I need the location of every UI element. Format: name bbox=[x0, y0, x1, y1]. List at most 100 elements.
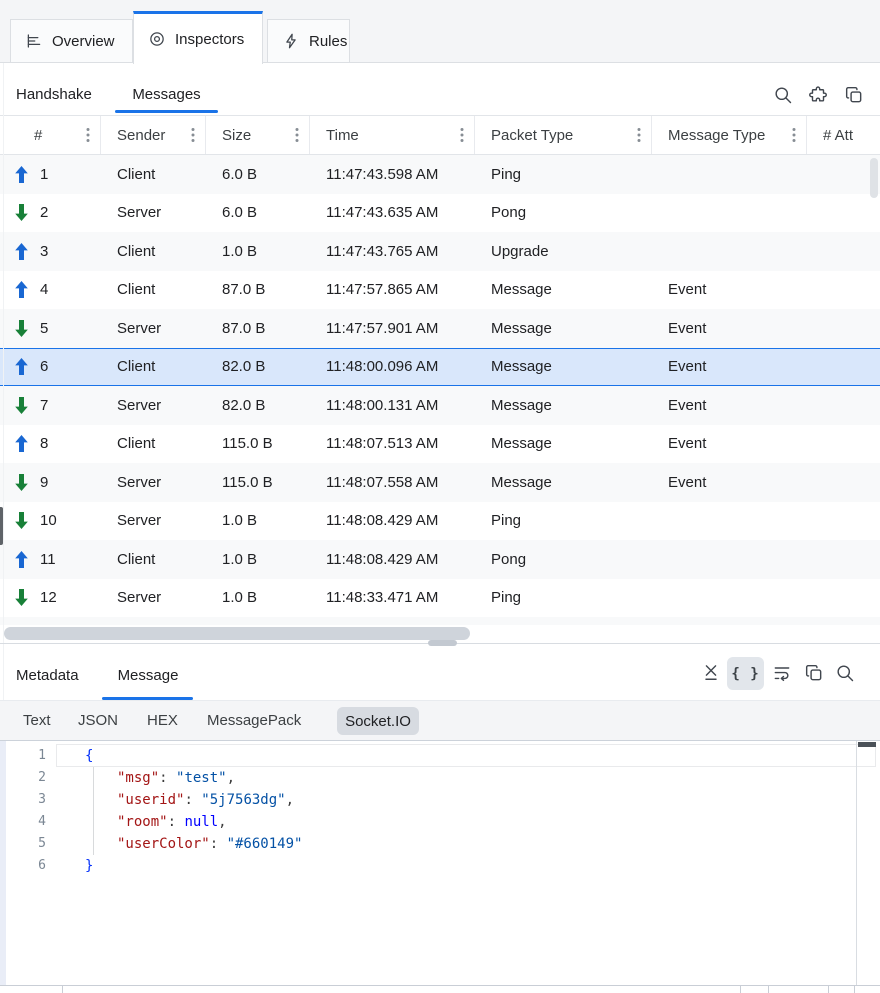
chart-icon bbox=[25, 32, 43, 50]
cell-num: 6 bbox=[0, 358, 101, 375]
cell-time: 11:48:08.429 AM bbox=[310, 551, 475, 568]
footer-strip bbox=[0, 985, 880, 992]
cell-packet-type: Message bbox=[475, 435, 652, 452]
format-tab-json[interactable]: JSON bbox=[78, 701, 118, 740]
format-tab-socketio[interactable]: Socket.IO bbox=[337, 707, 419, 735]
panel-left-border bbox=[3, 63, 4, 740]
cell-time: 11:47:57.901 AM bbox=[310, 320, 475, 337]
column-menu-icon[interactable] bbox=[295, 127, 299, 143]
copy-icon[interactable] bbox=[843, 84, 865, 106]
table-header: # Sender Size Time Packet Type Message T… bbox=[0, 115, 880, 155]
table-row-partial[interactable] bbox=[0, 617, 880, 625]
cell-message-type: Event bbox=[652, 358, 807, 375]
word-wrap-icon[interactable] bbox=[771, 662, 793, 684]
arrow-up-icon bbox=[15, 435, 28, 452]
table-row[interactable]: 4Client87.0 B11:47:57.865 AMMessageEvent bbox=[0, 271, 880, 310]
table-body: 1Client6.0 B11:47:43.598 AMPing2Server6.… bbox=[0, 155, 880, 625]
column-menu-icon[interactable] bbox=[460, 127, 464, 143]
cell-message-type: Event bbox=[652, 281, 807, 298]
tab-messages[interactable]: Messages bbox=[115, 86, 218, 103]
tab-handshake[interactable]: Handshake bbox=[16, 86, 92, 103]
line-number: 3 bbox=[0, 789, 52, 811]
cell-num: 7 bbox=[0, 397, 101, 414]
splitter-handle[interactable] bbox=[428, 640, 457, 646]
table-row[interactable]: 3Client1.0 B11:47:43.765 AMUpgrade bbox=[0, 232, 880, 271]
cell-size: 1.0 B bbox=[206, 512, 310, 529]
cell-num: 3 bbox=[0, 243, 101, 260]
cell-sender: Client bbox=[101, 166, 206, 183]
table-row[interactable]: 6Client82.0 B11:48:00.096 AMMessageEvent bbox=[0, 348, 880, 387]
code-line: 6} bbox=[0, 855, 856, 877]
bolt-icon bbox=[282, 32, 300, 50]
table-row[interactable]: 8Client115.0 B11:48:07.513 AMMessageEven… bbox=[0, 425, 880, 464]
table-row[interactable]: 1Client6.0 B11:47:43.598 AMPing bbox=[0, 155, 880, 194]
table-row[interactable]: 5Server87.0 B11:47:57.901 AMMessageEvent bbox=[0, 309, 880, 348]
cell-time: 11:48:07.513 AM bbox=[310, 435, 475, 452]
cell-num: 12 bbox=[0, 589, 101, 606]
format-tab-messagepack[interactable]: MessagePack bbox=[207, 701, 301, 740]
code-line: 3"userid": "5j7563dg", bbox=[0, 789, 856, 811]
copy-icon[interactable] bbox=[803, 662, 825, 684]
table-row[interactable]: 9Server115.0 B11:48:07.558 AMMessageEven… bbox=[0, 463, 880, 502]
cell-packet-type: Message bbox=[475, 281, 652, 298]
cell-time: 11:47:43.635 AM bbox=[310, 204, 475, 221]
column-header-message-type[interactable]: Message Type bbox=[652, 116, 807, 154]
cell-packet-type: Pong bbox=[475, 551, 652, 568]
extension-icon[interactable] bbox=[807, 84, 829, 106]
cell-time: 11:47:43.765 AM bbox=[310, 243, 475, 260]
cell-packet-type: Ping bbox=[475, 589, 652, 606]
column-header-time[interactable]: Time bbox=[310, 116, 475, 154]
tab-rules[interactable]: Rules bbox=[267, 19, 350, 63]
column-menu-icon[interactable] bbox=[792, 127, 796, 143]
table-row[interactable]: 11Client1.0 B11:48:08.429 AMPong bbox=[0, 540, 880, 579]
arrow-down-icon bbox=[15, 474, 28, 491]
column-header-packet-type[interactable]: Packet Type bbox=[475, 116, 652, 154]
active-tab-underline bbox=[115, 110, 218, 113]
column-header-attachments[interactable]: # Att bbox=[807, 116, 880, 154]
line-number: 1 bbox=[0, 745, 52, 767]
line-number: 6 bbox=[0, 855, 52, 877]
braces-icon[interactable] bbox=[727, 657, 764, 690]
search-icon[interactable] bbox=[772, 84, 794, 106]
collapse-icon[interactable] bbox=[700, 662, 722, 684]
cell-size: 1.0 B bbox=[206, 589, 310, 606]
code-line: 2"msg": "test", bbox=[0, 767, 856, 789]
column-header-num[interactable]: # bbox=[0, 116, 101, 154]
format-tab-hex[interactable]: HEX bbox=[147, 701, 178, 740]
code-line: 5"userColor": "#660149" bbox=[0, 833, 856, 855]
table-row[interactable]: 10Server1.0 B11:48:08.429 AMPing bbox=[0, 502, 880, 541]
cell-num: 8 bbox=[0, 435, 101, 452]
arrow-up-icon bbox=[15, 243, 28, 260]
table-row[interactable]: 7Server82.0 B11:48:00.131 AMMessageEvent bbox=[0, 386, 880, 425]
cell-num: 1 bbox=[0, 166, 101, 183]
arrow-down-icon bbox=[15, 397, 28, 414]
column-header-sender[interactable]: Sender bbox=[101, 116, 206, 154]
message-code-editor[interactable]: 1{2"msg": "test",3"userid": "5j7563dg",4… bbox=[0, 740, 880, 985]
cell-sender: Server bbox=[101, 474, 206, 491]
vertical-scrollbar[interactable] bbox=[870, 158, 878, 198]
table-row[interactable]: 2Server6.0 B11:47:43.635 AMPong bbox=[0, 194, 880, 233]
search-icon[interactable] bbox=[834, 662, 856, 684]
cell-size: 82.0 B bbox=[206, 358, 310, 375]
format-tab-text[interactable]: Text bbox=[23, 701, 51, 740]
code-line: 4"room": null, bbox=[0, 811, 856, 833]
cell-num: 5 bbox=[0, 320, 101, 337]
horizontal-scrollbar[interactable] bbox=[4, 627, 470, 640]
column-menu-icon[interactable] bbox=[191, 127, 195, 143]
cell-time: 11:48:07.558 AM bbox=[310, 474, 475, 491]
tab-metadata[interactable]: Metadata bbox=[16, 667, 79, 684]
tab-message[interactable]: Message bbox=[104, 667, 192, 684]
table-row[interactable]: 12Server1.0 B11:48:33.471 AMPing bbox=[0, 579, 880, 618]
column-header-size[interactable]: Size bbox=[206, 116, 310, 154]
cell-size: 87.0 B bbox=[206, 281, 310, 298]
column-menu-icon[interactable] bbox=[86, 127, 90, 143]
column-menu-icon[interactable] bbox=[637, 127, 641, 143]
editor-scrollbar-thumb[interactable] bbox=[858, 742, 876, 747]
cell-sender: Client bbox=[101, 243, 206, 260]
arrow-down-icon bbox=[15, 512, 28, 529]
line-number: 5 bbox=[0, 833, 52, 855]
arrow-down-icon bbox=[15, 589, 28, 606]
arrow-down-icon bbox=[15, 204, 28, 221]
tab-inspectors[interactable]: Inspectors bbox=[133, 11, 263, 64]
tab-overview[interactable]: Overview bbox=[10, 19, 133, 63]
